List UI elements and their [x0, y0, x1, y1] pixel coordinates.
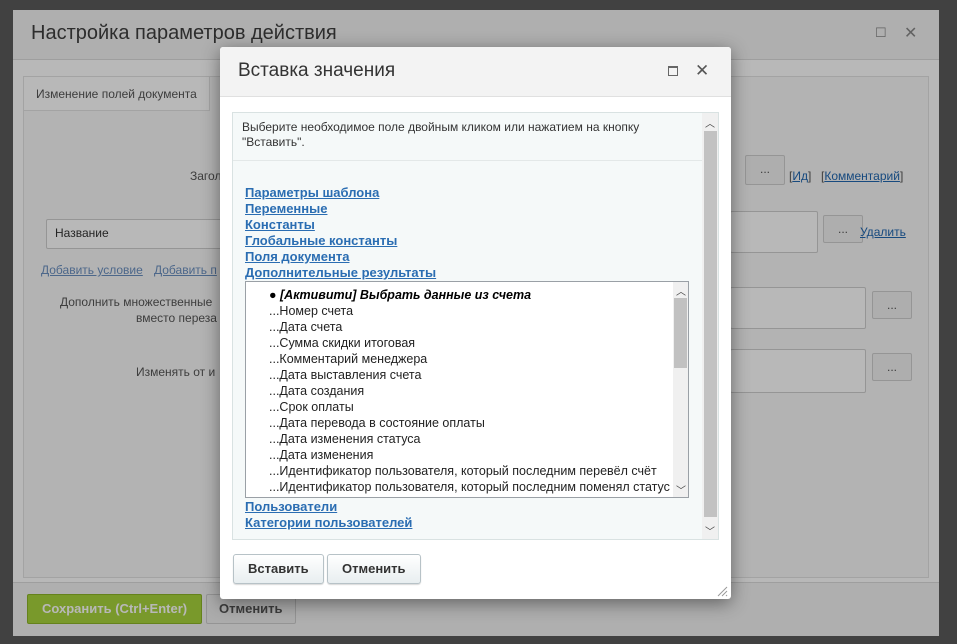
close-icon[interactable]: ✕: [695, 61, 709, 81]
scroll-down-arrow-icon[interactable]: ﹀: [676, 482, 686, 497]
section-link-variables[interactable]: Переменные: [245, 201, 327, 216]
instructions-text: Выберите необходимое поле двойным кликом…: [242, 120, 640, 149]
list-item[interactable]: ...Комментарий менеджера: [269, 351, 427, 367]
list-scrollbar-thumb[interactable]: [674, 298, 687, 368]
section-link-template-params[interactable]: Параметры шаблона: [245, 185, 379, 200]
list-scrollbar[interactable]: ︿ ﹀: [673, 282, 688, 497]
field-list[interactable]: ● [Активити] Выбрать данные из счета ...…: [245, 281, 689, 498]
dialog-scrollbar-thumb[interactable]: [704, 131, 717, 517]
dialog-scrollbar[interactable]: ︿ ﹀: [702, 113, 718, 539]
dialog-body: Выберите необходимое поле двойным кликом…: [232, 112, 719, 540]
list-item[interactable]: ...Идентификатор пользователя, который п…: [269, 479, 670, 495]
list-group-header[interactable]: ● [Активити] Выбрать данные из счета: [269, 287, 531, 303]
list-item[interactable]: ...Срок оплаты: [269, 399, 354, 415]
section-link-additional-results[interactable]: Дополнительные результаты: [245, 265, 436, 280]
list-item[interactable]: ...Дата изменения статуса: [269, 431, 421, 447]
field-list-content: ● [Активити] Выбрать данные из счета ...…: [246, 282, 673, 497]
section-link-user-categories[interactable]: Категории пользователей: [245, 515, 412, 530]
scroll-up-arrow-icon[interactable]: ︿: [705, 115, 715, 130]
section-link-constants[interactable]: Константы: [245, 217, 315, 232]
dialog-footer: Вставить Отменить: [220, 547, 731, 599]
list-item[interactable]: ...Дата перевода в состояние оплаты: [269, 415, 485, 431]
list-item[interactable]: ...Дата создания: [269, 383, 364, 399]
insert-button[interactable]: Вставить: [233, 554, 324, 584]
scroll-up-arrow-icon[interactable]: ︿: [676, 283, 686, 298]
dialog-title: Вставка значения: [238, 60, 396, 81]
resize-handle-icon[interactable]: [716, 585, 728, 597]
section-link-users[interactable]: Пользователи: [245, 499, 337, 514]
divider: [233, 160, 702, 161]
list-item[interactable]: ...Дата изменения: [269, 447, 373, 463]
section-link-document-fields[interactable]: Поля документа: [245, 249, 349, 264]
dialog-header: Вставка значения ✕: [220, 47, 731, 97]
cancel-button[interactable]: Отменить: [327, 554, 421, 584]
list-item[interactable]: ...Идентификатор пользователя, который п…: [269, 463, 657, 479]
list-item[interactable]: ...Сумма скидки итоговая: [269, 335, 415, 351]
list-item[interactable]: ...Номер счета: [269, 303, 353, 319]
maximize-icon[interactable]: [668, 66, 678, 76]
section-link-global-constants[interactable]: Глобальные константы: [245, 233, 397, 248]
insert-value-dialog: Вставка значения ✕ Выберите необходимое …: [220, 47, 731, 599]
list-item[interactable]: ...Дата выставления счета: [269, 367, 421, 383]
scroll-down-arrow-icon[interactable]: ﹀: [705, 523, 715, 538]
list-item[interactable]: ...Дата счета: [269, 319, 342, 335]
